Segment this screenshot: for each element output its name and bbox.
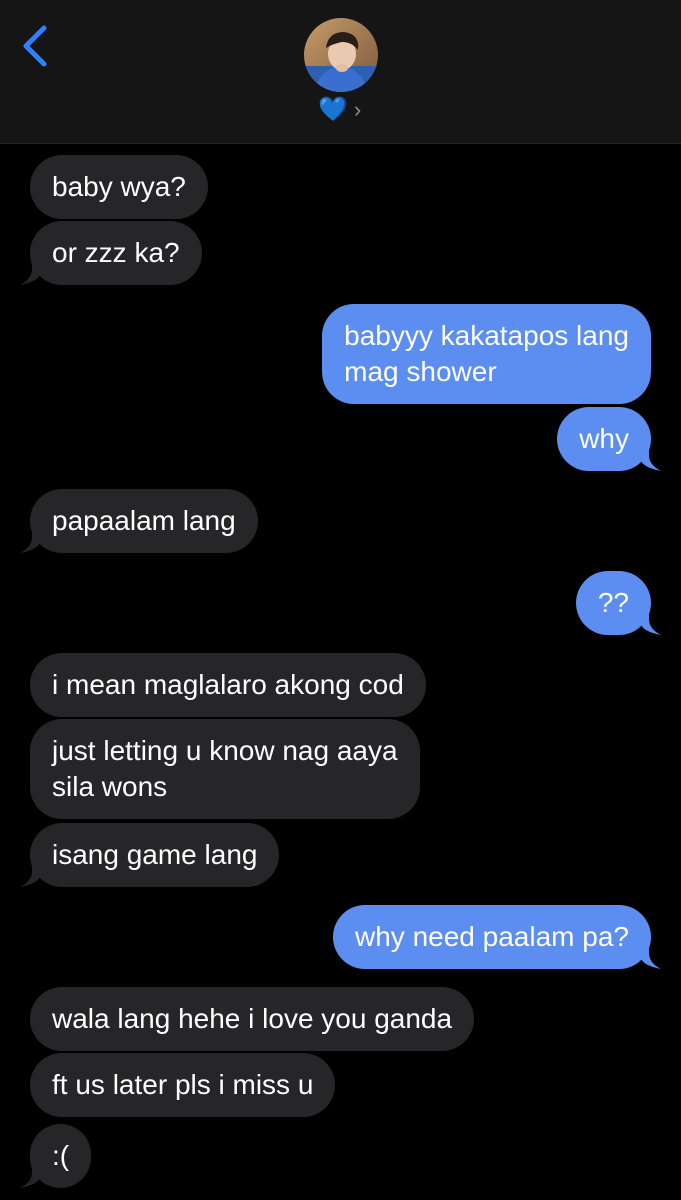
conversation-header: 💙 ›: [0, 0, 681, 144]
message-bubble-received[interactable]: :(: [20, 1124, 92, 1188]
message-bubble-sent[interactable]: ??: [575, 571, 661, 635]
bubble-tail: [641, 445, 661, 471]
message-list[interactable]: baby wya? or zzz ka? babyyy kakatapos la…: [0, 143, 681, 1200]
message-bubble-received[interactable]: isang game lang: [20, 823, 280, 887]
message-text: baby wya?: [52, 171, 186, 202]
blue-heart-icon: 💙: [318, 96, 348, 123]
message-text: papaalam lang: [52, 505, 236, 536]
bubble-tail: [20, 527, 40, 553]
message-text: isang game lang: [52, 839, 258, 870]
bubble-tail: [20, 861, 40, 887]
message-bubble-sent[interactable]: why: [557, 407, 661, 471]
message-bubble-sent[interactable]: babyyy kakatapos lang mag shower: [322, 304, 651, 404]
message-bubble-received[interactable]: i mean maglalaro akong cod: [30, 653, 426, 717]
contact-avatar[interactable]: [304, 18, 378, 92]
message-text: ??: [597, 587, 629, 618]
avatar-image: [304, 18, 378, 92]
message-bubble-received[interactable]: baby wya?: [30, 155, 208, 219]
message-text: i mean maglalaro akong cod: [52, 669, 404, 700]
message-text-line: mag shower: [344, 356, 497, 387]
message-text: ft us later pls i miss u: [52, 1069, 314, 1100]
back-button[interactable]: [14, 20, 58, 72]
message-text: wala lang hehe i love you ganda: [52, 1003, 453, 1034]
message-bubble-received[interactable]: ft us later pls i miss u: [30, 1053, 336, 1117]
bubble-tail: [641, 609, 661, 635]
message-bubble-sent[interactable]: why need paalam pa?: [333, 905, 661, 969]
chevron-left-icon: [23, 25, 47, 67]
bubble-tail: [641, 943, 661, 969]
bubble-tail: [20, 1162, 40, 1188]
message-text-line: babyyy kakatapos lang: [344, 320, 629, 351]
message-bubble-received[interactable]: papaalam lang: [20, 489, 258, 553]
message-text-line: sila wons: [52, 771, 168, 802]
chevron-right-icon: ›: [353, 97, 362, 122]
message-bubble-received[interactable]: or zzz ka?: [20, 221, 202, 285]
message-text: why: [579, 423, 629, 454]
message-bubble-received[interactable]: just letting u know nag aaya sila wons: [30, 719, 420, 819]
message-text: or zzz ka?: [52, 237, 180, 268]
message-text-line: just letting u know nag aaya: [52, 735, 398, 766]
message-text: why need paalam pa?: [355, 921, 629, 952]
message-text: :(: [52, 1140, 70, 1171]
message-bubble-received[interactable]: wala lang hehe i love you ganda: [30, 987, 475, 1051]
bubble-tail: [20, 259, 40, 285]
contact-name-button[interactable]: 💙 ›: [318, 96, 361, 124]
